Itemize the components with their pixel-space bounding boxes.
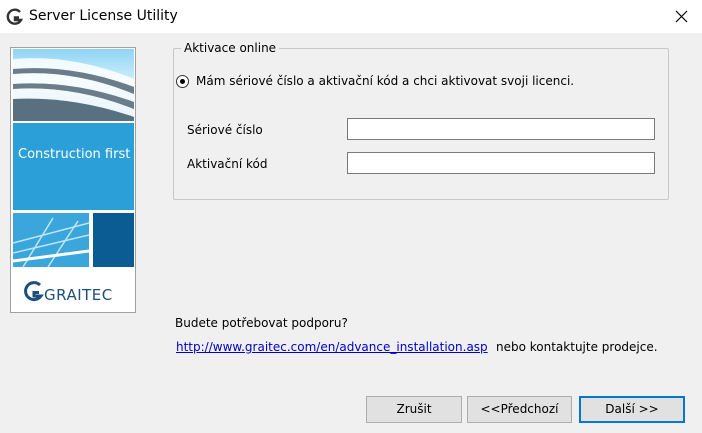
banner-text: Construction first (18, 147, 131, 162)
serial-number-label: Sériové číslo (187, 123, 263, 137)
next-button[interactable]: Další >> (579, 396, 685, 423)
graitec-logo-icon (24, 281, 44, 302)
graitec-app-icon (6, 8, 24, 25)
installation-link[interactable]: http://www.graitec.com/en/advance_instal… (176, 340, 488, 354)
support-question: Budete potřebovat podporu? (175, 316, 348, 330)
previous-button[interactable]: <<Předchozí (467, 396, 572, 423)
building-illustration (13, 58, 134, 121)
serial-activation-radio[interactable] (176, 75, 189, 88)
building-photo (13, 49, 134, 121)
close-icon (675, 10, 688, 23)
serial-activation-radio-label[interactable]: Mám sériové číslo a aktivační kód a chci… (196, 74, 574, 88)
group-legend: Aktivace online (181, 41, 280, 55)
activation-code-label: Aktivační kód (187, 157, 268, 171)
contact-dealer-text: nebo kontaktujte prodejce. (496, 340, 658, 354)
serial-number-input[interactable] (347, 118, 655, 140)
close-button[interactable] (660, 0, 702, 33)
activation-code-input[interactable] (347, 152, 655, 174)
graitec-logo-text: GRAITEC (44, 286, 113, 304)
cancel-button[interactable]: Zrušit (366, 396, 462, 423)
steel-beam-illustration (13, 217, 89, 267)
construction-banner: Construction first (13, 123, 134, 210)
blue-accent-tile (93, 213, 134, 267)
sidebar-image-panel: Construction first GRAITEC (10, 47, 136, 313)
window-title: Server License Utility (29, 8, 178, 24)
title-bar: Server License Utility (0, 0, 702, 33)
steel-structure-image (13, 213, 89, 267)
